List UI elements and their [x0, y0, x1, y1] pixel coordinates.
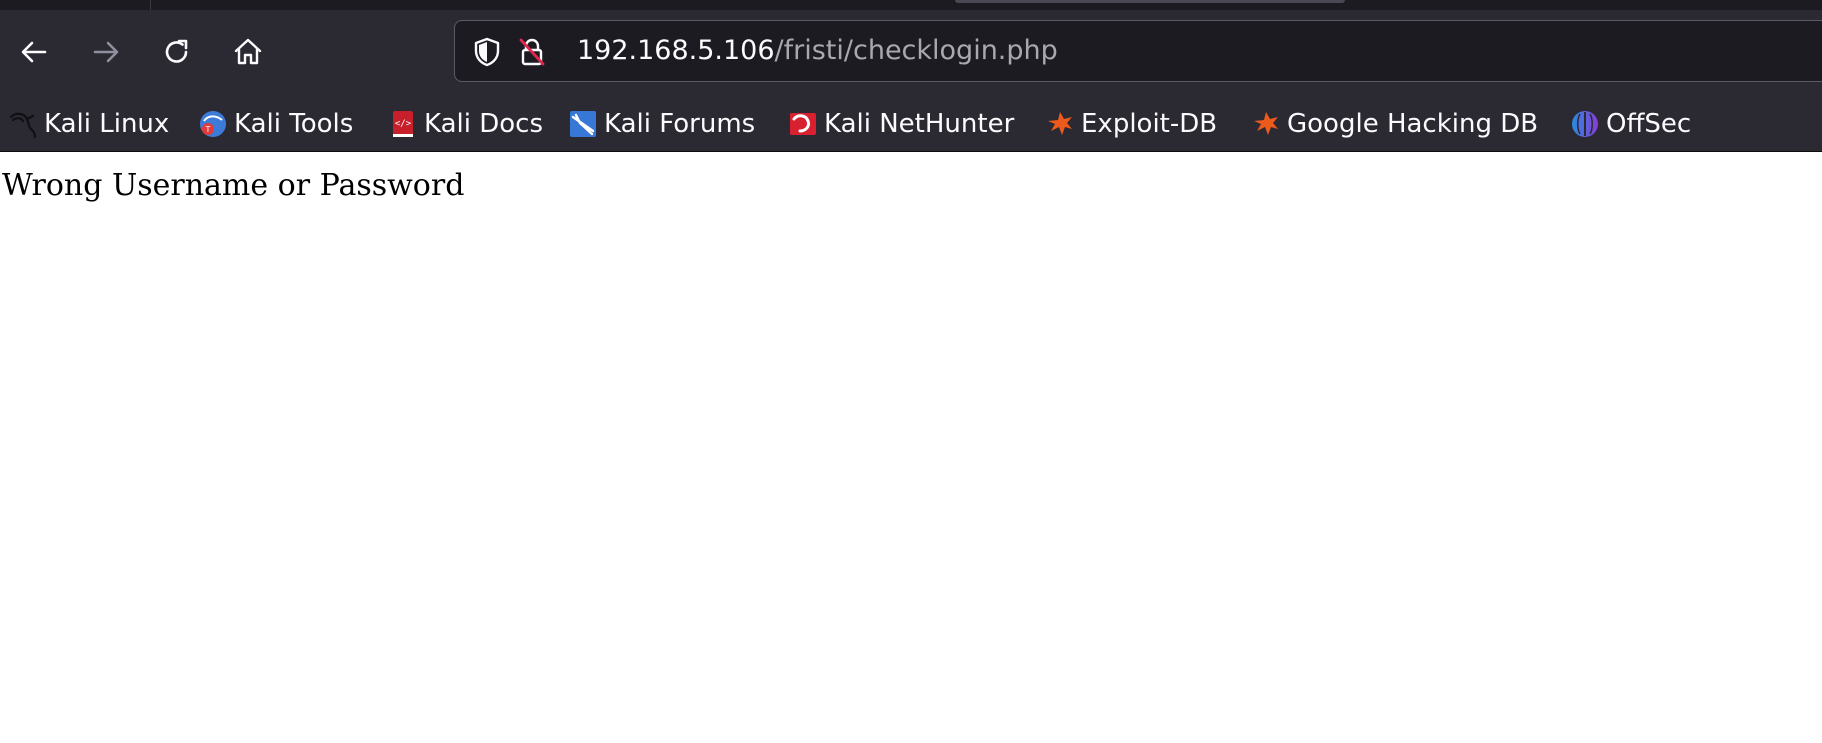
- back-arrow-icon: [21, 41, 47, 63]
- bookmark-offsec[interactable]: OffSec: [1570, 97, 1691, 151]
- shield-icon: [474, 37, 500, 67]
- navigation-toolbar: 192.168.5.106/fristi/checklogin.php: [0, 10, 1822, 104]
- offsec-icon: [1570, 109, 1600, 139]
- bookmark-kali-nethunter[interactable]: Kali NetHunter: [788, 97, 1014, 151]
- exploit-db-icon: [1251, 109, 1281, 139]
- bookmark-label: OffSec: [1606, 109, 1692, 139]
- svg-text:</>: </>: [395, 119, 412, 129]
- forward-arrow-icon: [93, 41, 119, 63]
- exploit-db-icon: [1045, 109, 1075, 139]
- bookmark-google-hacking-db[interactable]: Google Hacking DB: [1251, 97, 1538, 151]
- bookmark-exploit-db[interactable]: Exploit-DB: [1045, 97, 1217, 151]
- bookmark-kali-tools[interactable]: T Kali Tools: [198, 97, 353, 151]
- login-error-message: Wrong Username or Password: [2, 168, 465, 203]
- url-text[interactable]: 192.168.5.106/fristi/checklogin.php: [577, 21, 1058, 81]
- site-security-button[interactable]: [515, 35, 549, 69]
- address-bar[interactable]: 192.168.5.106/fristi/checklogin.php: [454, 20, 1822, 82]
- insecure-lock-icon: [519, 38, 545, 66]
- bookmark-kali-docs[interactable]: </> Kali Docs: [388, 97, 543, 151]
- reload-button[interactable]: [155, 30, 199, 74]
- home-icon: [234, 38, 262, 65]
- kali-docs-icon: </>: [388, 109, 418, 139]
- kali-tools-icon: T: [198, 109, 228, 139]
- svg-text:T: T: [205, 125, 211, 134]
- active-tab-indicator[interactable]: [955, 0, 1345, 3]
- bookmark-kali-forums[interactable]: Kali Forums: [568, 97, 755, 151]
- bookmarks-toolbar: Kali Linux T Kali Tools </> Kali Docs Ka…: [0, 97, 1822, 152]
- url-path: /fristi/checklogin.php: [774, 35, 1058, 66]
- forward-button[interactable]: [84, 30, 128, 74]
- bookmark-label: Kali Linux: [44, 109, 170, 139]
- kali-nethunter-icon: [788, 109, 818, 139]
- kali-forums-icon: [568, 109, 598, 139]
- reload-icon: [165, 39, 188, 63]
- bookmark-label: Kali Tools: [234, 109, 354, 139]
- bookmark-label: Kali Docs: [424, 109, 544, 139]
- tab-divider: [150, 0, 151, 10]
- page-content: Wrong Username or Password: [0, 152, 1822, 743]
- tab-strip: [0, 0, 1822, 10]
- kali-dragon-icon: [8, 109, 38, 139]
- bookmark-label: Google Hacking DB: [1287, 109, 1539, 139]
- home-button[interactable]: [226, 30, 270, 74]
- bookmark-kali-linux[interactable]: Kali Linux: [8, 97, 169, 151]
- tracking-protection-button[interactable]: [470, 35, 504, 69]
- url-host: 192.168.5.106: [577, 35, 775, 66]
- back-button[interactable]: [12, 30, 56, 74]
- bookmark-label: Kali NetHunter: [824, 109, 1015, 139]
- bookmark-label: Kali Forums: [604, 109, 756, 139]
- bookmark-label: Exploit-DB: [1081, 109, 1218, 139]
